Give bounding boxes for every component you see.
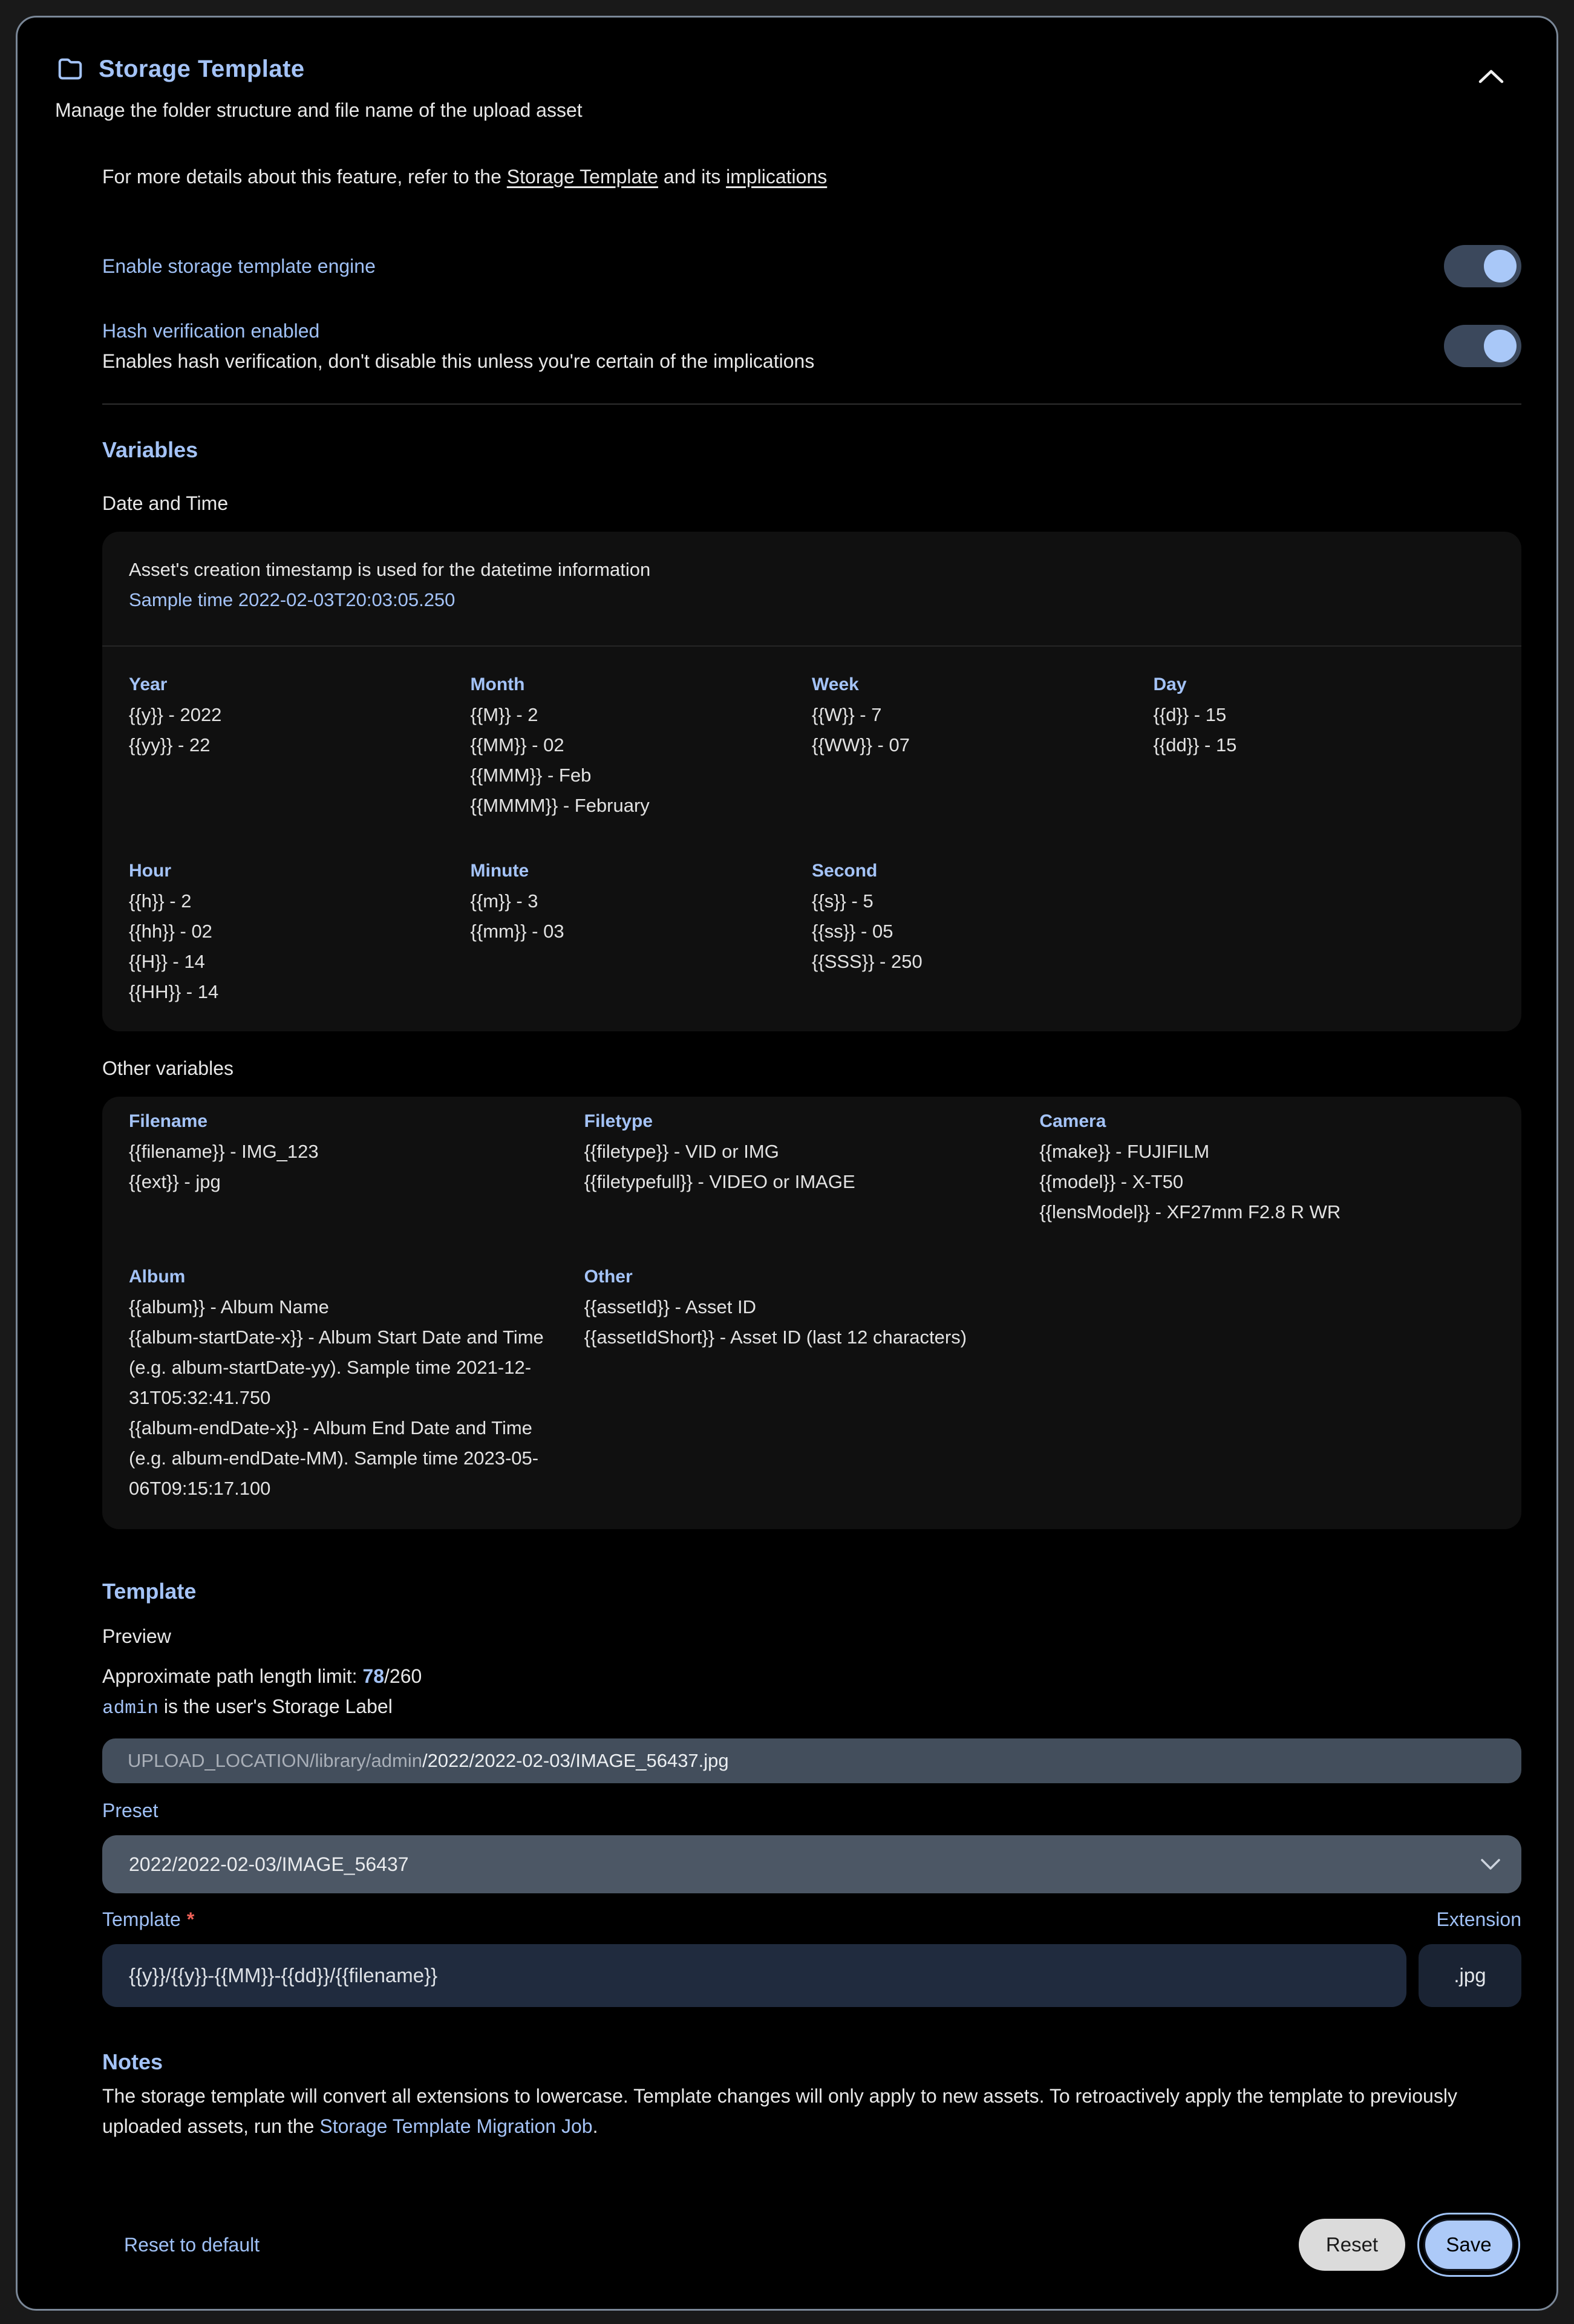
- variable-group-day: Day {{d}} - 15 {{dd}} - 15: [1154, 670, 1495, 821]
- intro-and: and its: [658, 166, 726, 188]
- toggle-knob: [1484, 250, 1517, 282]
- implications-link[interactable]: implications: [726, 166, 827, 188]
- notes-heading: Notes: [102, 2046, 1521, 2078]
- template-heading: Template: [102, 1575, 1521, 1608]
- hash-verification-description: Enables hash verification, don't disable…: [102, 346, 814, 376]
- limit-total: /260: [384, 1665, 422, 1687]
- collapse-chevron-icon[interactable]: [1478, 67, 1504, 85]
- variable-group-filename: Filename {{filename}} - IMG_123 {{ext}} …: [129, 1106, 584, 1227]
- variable-group-hour: Hour {{h}} - 2 {{hh}} - 02 {{H}} - 14 {{…: [129, 856, 471, 1007]
- limit-value: 78: [362, 1665, 384, 1687]
- path-length-limit: Approximate path length limit: 78/260 ad…: [102, 1661, 1521, 1724]
- hash-verification-toggle[interactable]: [1444, 325, 1521, 367]
- variable-group-minute: Minute {{m}} - 3 {{mm}} - 03: [471, 856, 812, 1007]
- datetime-note: Asset's creation timestamp is used for t…: [129, 555, 1495, 585]
- extension-value-box: .jpg: [1419, 1944, 1521, 2007]
- page-subtitle: Manage the folder structure and file nam…: [55, 95, 1521, 125]
- path-prefix: UPLOAD_LOCATION/library/admin: [128, 1750, 422, 1772]
- template-input[interactable]: [102, 1944, 1406, 2007]
- storage-template-docs-link[interactable]: Storage Template: [507, 166, 658, 188]
- enable-storage-template-label: Enable storage template engine: [102, 251, 376, 281]
- other-variables-label: Other variables: [102, 1053, 1521, 1083]
- notes-text: The storage template will convert all ex…: [102, 2081, 1521, 2141]
- other-variables-card: Filename {{filename}} - IMG_123 {{ext}} …: [102, 1097, 1521, 1529]
- storage-template-panel: Storage Template Manage the folder struc…: [16, 16, 1558, 2311]
- template-input-label: Template *: [102, 1904, 194, 1934]
- template-label-text: Template: [102, 1908, 181, 1930]
- variable-group-week: Week {{W}} - 7 {{WW}} - 07: [812, 670, 1154, 821]
- page-title: Storage Template: [99, 56, 305, 83]
- folder-icon: [55, 55, 85, 83]
- extension-label: Extension: [1436, 1908, 1521, 1931]
- preset-select[interactable]: 2022/2022-02-03/IMAGE_56437: [102, 1835, 1521, 1893]
- datetime-variables-card: Asset's creation timestamp is used for t…: [102, 532, 1521, 1031]
- storage-label-code: admin: [102, 1698, 158, 1719]
- variables-heading: Variables: [102, 434, 1521, 466]
- variable-group-year: Year {{y}} - 2022 {{yy}} - 22: [129, 670, 471, 821]
- notes-pre: The storage template will convert all ex…: [102, 2085, 1457, 2137]
- variable-group-album: Album {{album}} - Album Name {{album-sta…: [129, 1262, 584, 1504]
- variable-group-other: Other {{assetId}} - Asset ID {{assetIdSh…: [584, 1262, 1040, 1504]
- path-preview: UPLOAD_LOCATION/library/admin/2022/2022-…: [102, 1738, 1521, 1783]
- migration-job-link[interactable]: Storage Template Migration Job: [319, 2115, 592, 2137]
- date-and-time-label: Date and Time: [102, 488, 1521, 518]
- datetime-sample-link[interactable]: Sample time 2022-02-03T20:03:05.250: [129, 585, 1495, 615]
- hash-verification-label: Hash verification enabled: [102, 316, 814, 346]
- enable-storage-template-row: Enable storage template engine: [102, 245, 1521, 287]
- variable-group-camera: Camera {{make}} - FUJIFILM {{model}} - X…: [1039, 1106, 1495, 1227]
- variable-group-second: Second {{s}} - 5 {{ss}} - 05 {{SSS}} - 2…: [812, 856, 1154, 1007]
- intro-pre: For more details about this feature, ref…: [102, 166, 507, 188]
- preset-label: Preset: [102, 1795, 1521, 1826]
- storage-label-text: is the user's Storage Label: [158, 1696, 393, 1717]
- required-asterisk: *: [187, 1908, 194, 1930]
- notes-post: .: [593, 2115, 598, 2137]
- chevron-down-icon: [1480, 1858, 1501, 1871]
- save-button[interactable]: Save: [1423, 2219, 1514, 2271]
- intro-text: For more details about this feature, ref…: [102, 162, 1521, 192]
- preview-label: Preview: [102, 1621, 1521, 1651]
- reset-to-default-link[interactable]: Reset to default: [102, 2234, 260, 2256]
- limit-pre: Approximate path length limit:: [102, 1665, 362, 1687]
- toggle-knob: [1484, 330, 1517, 362]
- variable-group-filetype: Filetype {{filetype}} - VID or IMG {{fil…: [584, 1106, 1040, 1227]
- variable-group-month: Month {{M}} - 2 {{MM}} - 02 {{MMM}} - Fe…: [471, 670, 812, 821]
- reset-button[interactable]: Reset: [1299, 2219, 1405, 2271]
- path-value: /2022/2022-02-03/IMAGE_56437.jpg: [422, 1750, 729, 1772]
- section-divider: [102, 403, 1521, 405]
- enable-storage-template-toggle[interactable]: [1444, 245, 1521, 287]
- preset-selected-value: 2022/2022-02-03/IMAGE_56437: [129, 1853, 409, 1876]
- hash-verification-row: Hash verification enabled Enables hash v…: [102, 316, 1521, 376]
